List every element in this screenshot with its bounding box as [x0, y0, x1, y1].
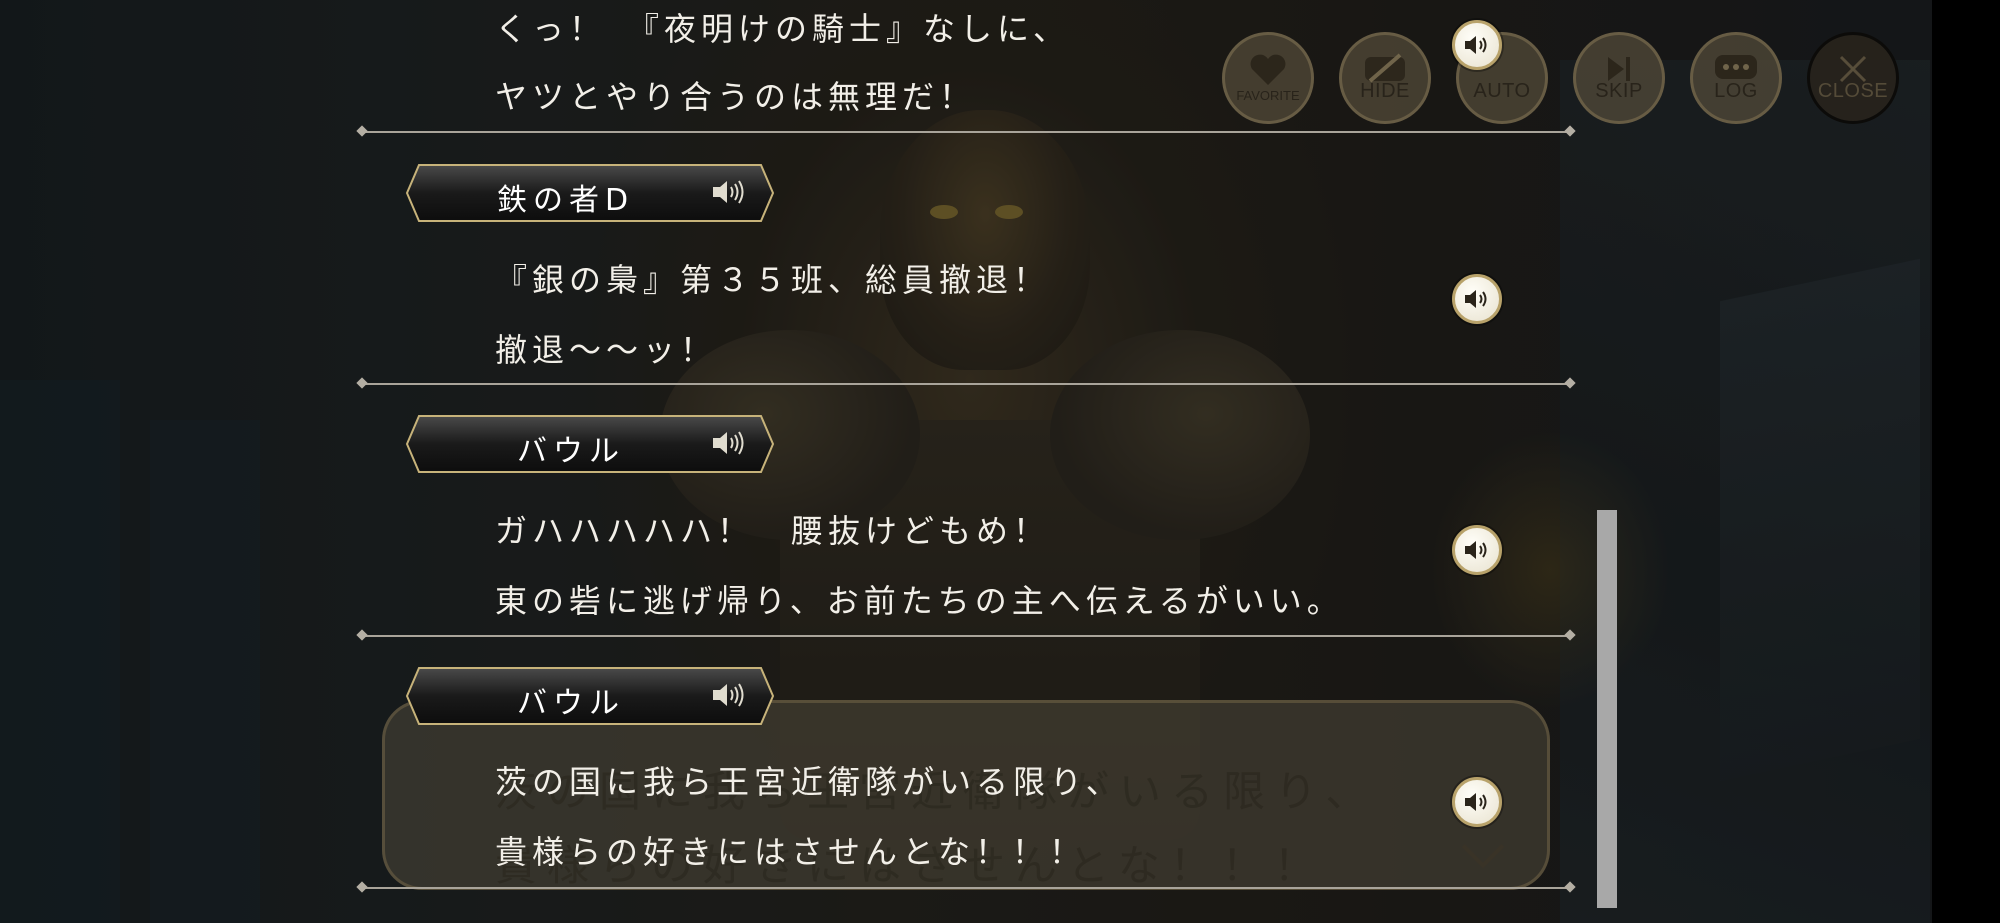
speaker-icon — [1465, 290, 1487, 308]
speaker-name: バウル — [517, 434, 625, 469]
log-button[interactable]: LOG — [1690, 32, 1782, 124]
entry-separator — [362, 131, 1570, 133]
close-button[interactable]: CLOSE — [1807, 32, 1899, 124]
speaker-nameplate: バウル — [405, 666, 775, 726]
log-line: 撤退～～ッ！ — [495, 331, 718, 369]
log-scrollbar[interactable] — [1597, 510, 1617, 908]
log-line: 『銀の梟』第３５班、総員撤退！ — [495, 261, 1051, 299]
voice-replay-button[interactable] — [1452, 274, 1502, 324]
auto-label: AUTO — [1473, 80, 1531, 102]
favorite-button[interactable]: FAVORITE — [1222, 32, 1314, 124]
speaker-icon — [713, 180, 744, 204]
speaker-nameplate: バウル — [405, 414, 775, 474]
log-label: LOG — [1714, 80, 1758, 102]
speaker-icon — [713, 431, 744, 455]
speaker-icon — [713, 683, 744, 707]
voice-replay-button[interactable] — [1452, 525, 1502, 575]
favorite-label: FAVORITE — [1236, 88, 1300, 103]
eye-slash-icon — [1365, 53, 1405, 83]
skip-button[interactable]: SKIP — [1573, 32, 1665, 124]
voice-replay-button[interactable] — [1452, 777, 1502, 827]
log-line: 茨の国に我ら王宮近衛隊がいる限り、 — [495, 763, 1123, 801]
log-line: くっ！ 『夜明けの騎士』なしに、 — [495, 10, 1071, 48]
heart-icon — [1250, 54, 1286, 85]
log-line: 貴様らの好きにはさせんとな！！！ — [495, 833, 1087, 871]
speaker-name: バウル — [517, 686, 625, 721]
speaker-icon — [1465, 541, 1487, 559]
close-icon — [1839, 55, 1867, 83]
screen-edge-bar — [1932, 0, 2000, 923]
entry-separator — [362, 635, 1570, 637]
speaker-icon — [1465, 36, 1487, 54]
log-line: ガハハハハハ！ 腰抜けどもめ！ — [495, 512, 1051, 550]
speaker-nameplate: 鉄の者D — [405, 163, 775, 223]
log-line: ヤツとやり合うのは無理だ！ — [495, 78, 977, 116]
entry-separator — [362, 887, 1570, 889]
entry-separator — [362, 383, 1570, 385]
chat-bubble-icon — [1715, 55, 1757, 79]
log-line: 東の砦に逃げ帰り、お前たちの主へ伝えるがいい。 — [495, 582, 1344, 620]
speaker-name: 鉄の者D — [497, 183, 635, 218]
hide-button[interactable]: HIDE — [1339, 32, 1431, 124]
voice-replay-button[interactable] — [1452, 20, 1502, 70]
speaker-icon — [1465, 793, 1487, 811]
skip-icon — [1608, 57, 1630, 81]
